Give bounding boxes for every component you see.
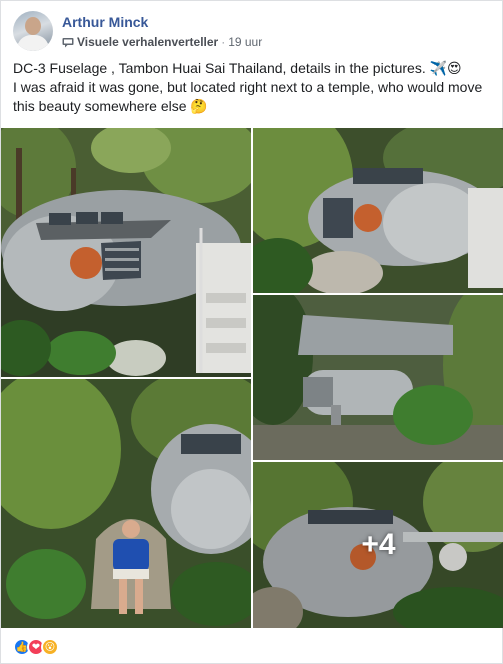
post-header: Arthur Minck Visuele verhalenverteller ·… [13, 11, 490, 55]
author-avatar[interactable] [13, 11, 53, 51]
visual-storyteller-badge-icon [62, 37, 74, 47]
photo-grid: +4 [1, 128, 503, 628]
photo-5[interactable]: +4 [253, 462, 503, 628]
post-timestamp[interactable]: 19 uur [228, 35, 262, 49]
author-name-link[interactable]: Arthur Minck [62, 14, 148, 30]
photo-2[interactable] [253, 128, 503, 293]
caption-line-1: DC-3 Fuselage , Tambon Huai Sai Thailand… [13, 60, 462, 76]
reaction-summary[interactable]: 👍 ❤ 😮 [13, 638, 59, 656]
caption-line-2: I was afraid it was gone, but located ri… [13, 79, 483, 114]
author-badge[interactable]: Visuele verhalenverteller [77, 35, 218, 49]
post-caption: DC-3 Fuselage , Tambon Huai Sai Thailand… [13, 59, 493, 116]
photo-3[interactable] [253, 295, 503, 460]
photo-1[interactable] [1, 128, 251, 377]
facebook-post: Arthur Minck Visuele verhalenverteller ·… [0, 0, 503, 664]
meta-separator: · [221, 35, 226, 49]
more-photos-overlay[interactable]: +4 [253, 462, 503, 628]
wow-icon[interactable]: 😮 [41, 638, 59, 656]
post-meta: Visuele verhalenverteller · 19 uur [62, 35, 262, 49]
photo-4[interactable] [1, 379, 251, 628]
